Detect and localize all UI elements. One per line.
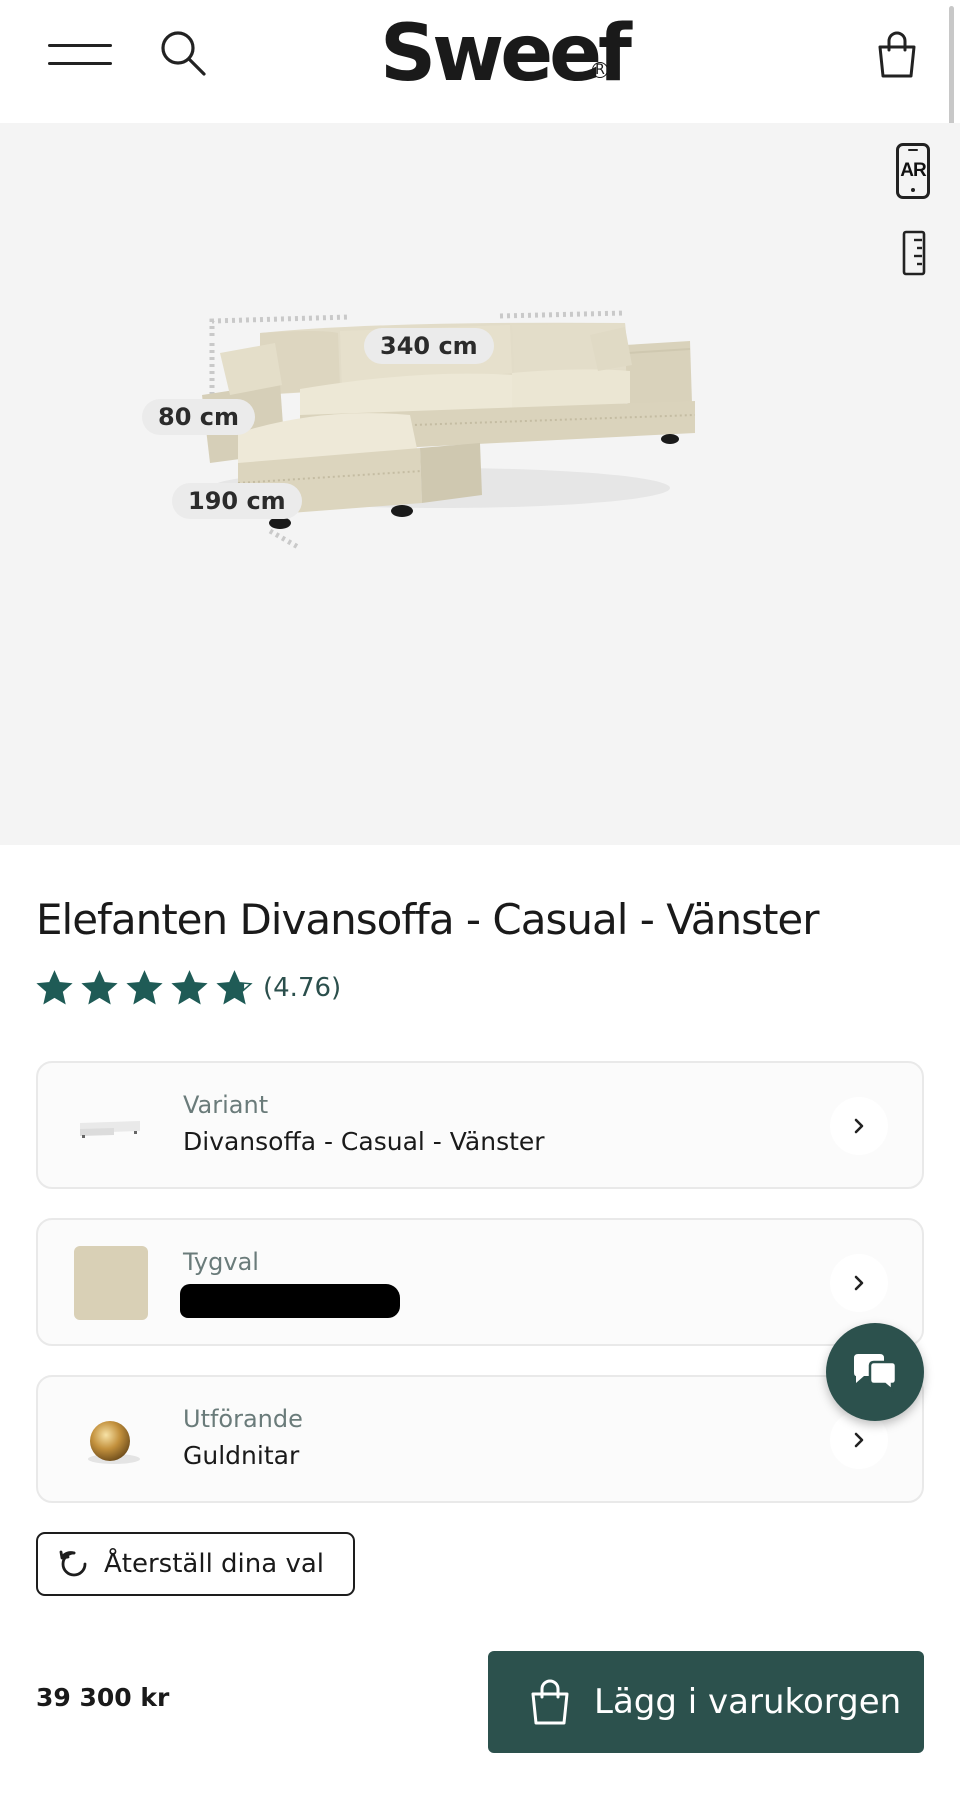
variant-option-card[interactable]: Variant Divansoffa - Casual - Vänster [36,1061,924,1189]
product-price: 39 300 kr [36,1683,170,1712]
search-icon[interactable] [158,28,208,78]
depth-dimension-label: 190 cm [172,483,302,519]
chat-bubbles-icon [854,1354,898,1392]
height-dimension-label: 80 cm [142,399,255,435]
reset-label: Återställ dina val [104,1549,324,1579]
hamburger-menu-icon[interactable] [48,40,112,70]
chevron-right-icon[interactable] [830,1097,888,1155]
fabric-swatch [74,1246,148,1320]
ruler-icon[interactable] [902,230,926,276]
ar-view-button[interactable]: AR [896,143,930,199]
rating-stars [36,969,253,1007]
variant-label: Variant [183,1091,269,1119]
shopping-bag-icon[interactable] [874,30,920,80]
star-icon [171,969,208,1005]
fabric-option-card[interactable]: Tygval [36,1218,924,1346]
reset-selections-button[interactable]: Återställ dina val [36,1532,355,1596]
finish-option-card[interactable]: Utförande Guldnitar [36,1375,924,1503]
product-title: Elefanten Divansoffa - Casual - Vänster [36,895,820,944]
product-rating[interactable]: (4.76) [36,966,341,1010]
star-icon [36,969,73,1005]
add-to-cart-button[interactable]: Lägg i varukorgen [488,1651,924,1753]
reset-icon [59,1550,87,1577]
finish-value: Guldnitar [183,1441,300,1470]
brand-logo[interactable]: Sweef R [380,4,632,114]
width-dimension-label: 340 cm [364,328,494,364]
gold-stud-thumbnail [74,1403,148,1477]
product-image-viewer[interactable]: AR 340 cm 80 cm 190 cm [0,123,960,845]
star-icon [81,969,118,1005]
variant-thumbnail [74,1089,148,1163]
chat-support-button[interactable] [826,1323,924,1421]
chevron-right-icon[interactable] [830,1254,888,1312]
shopping-bag-icon [531,1679,569,1725]
star-icon [126,969,163,1005]
ar-label: AR [900,160,926,181]
variant-value: Divansoffa - Casual - Vänster [183,1127,545,1156]
star-icon [216,969,253,1005]
add-to-cart-label: Lägg i varukorgen [594,1682,902,1722]
finish-label: Utförande [183,1405,303,1433]
site-header: Sweef R [0,0,960,134]
fabric-label: Tygval [183,1248,259,1276]
redacted-fabric-value [180,1284,400,1318]
rating-value: (4.76) [263,973,342,1003]
scrollbar[interactable] [949,6,954,134]
